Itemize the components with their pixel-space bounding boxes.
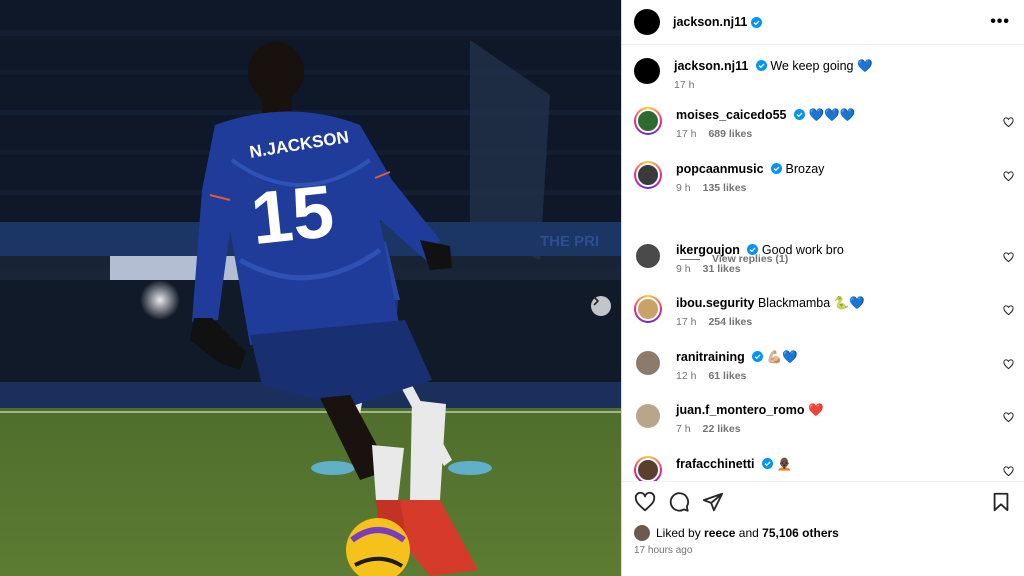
post-header: jackson.nj11 ••• [622, 0, 1024, 45]
post-footer: Liked by reece and 75,106 others 17 hour… [622, 481, 1024, 576]
commenter-avatar[interactable] [634, 242, 662, 270]
comment-time: 17 h [676, 128, 697, 140]
comment-likes[interactable]: 61 likes [708, 370, 746, 382]
verified-badge-icon [752, 351, 764, 362]
next-image-button[interactable] [591, 296, 611, 316]
comment-item: popcaanmusic Brozay 9 h 135 likes [634, 161, 1024, 194]
liked-by-and: and [738, 526, 759, 540]
comment-item: ranitraining 💪🏼💙 12 h 61 likes [634, 349, 1024, 382]
heart-icon[interactable] [1003, 117, 1014, 128]
heart-icon[interactable] [1003, 252, 1014, 263]
comments-list: jackson.nj11 We keep going 💙 17 h moises… [622, 45, 1024, 481]
shirt-number: 15 [247, 169, 338, 260]
verified-badge-icon [761, 458, 773, 469]
led-board [110, 256, 255, 280]
verified-badge-icon [771, 163, 783, 174]
post-photo[interactable]: THE PRI N.JACKSON 15 [0, 0, 621, 576]
comment-item: moises_caicedo55 💙💙💙 17 h 689 likes [634, 107, 1024, 140]
heart-icon[interactable] [1003, 171, 1014, 182]
comment-text: Brozay [785, 162, 825, 176]
bookmark-icon[interactable] [990, 491, 1012, 513]
comment-likes[interactable]: 689 likes [708, 128, 752, 140]
comment-text: ❤️ [807, 403, 824, 417]
comment-likes[interactable]: 254 likes [708, 316, 752, 328]
liked-by-others[interactable]: 75,106 others [762, 526, 839, 540]
comment-item: juan.f_montero_romo ❤️ 7 h 22 likes [634, 402, 1024, 435]
commenter-avatar[interactable] [634, 161, 662, 189]
comment-username[interactable]: ibou.segurity [676, 296, 754, 310]
comment-likes[interactable]: 31 likes [703, 263, 741, 275]
comment-time: 7 h [676, 423, 691, 435]
comment-text: 💙💙💙 [808, 108, 856, 122]
post-timestamp[interactable]: 17 hours ago [634, 545, 1012, 556]
action-bar [634, 482, 1012, 522]
comment-username[interactable]: ikergoujon [676, 243, 740, 257]
commenter-avatar[interactable] [634, 456, 662, 481]
comment-text: 🧑🏿‍🦲 [776, 457, 793, 471]
heart-icon[interactable] [1003, 305, 1014, 316]
comment-text: Blackmamba 🐍💙 [757, 296, 865, 310]
author-avatar[interactable] [634, 9, 660, 35]
share-icon[interactable] [702, 491, 724, 513]
commenter-avatar[interactable] [634, 107, 662, 135]
chevron-right-icon [593, 296, 599, 306]
comment-time: 12 h [676, 370, 697, 382]
caption-username[interactable]: jackson.nj11 [674, 59, 748, 73]
comment-item: ikergoujon Good work bro 9 h 31 likes [634, 242, 1024, 275]
stand-text: THE PRI [540, 233, 599, 250]
verified-badge-icon [751, 16, 763, 28]
comment-username[interactable]: juan.f_montero_romo [676, 403, 805, 417]
photo-illustration: THE PRI N.JACKSON 15 [0, 0, 621, 576]
caption-avatar[interactable] [634, 58, 660, 84]
pitch [0, 408, 621, 576]
comment-time: 17 h [676, 316, 697, 328]
comment-likes[interactable]: 135 likes [703, 182, 747, 194]
author-username[interactable]: jackson.nj11 [673, 15, 747, 29]
caption-text: We keep going 💙 [770, 59, 873, 73]
comment-likes[interactable]: 22 likes [703, 423, 741, 435]
comment-username[interactable]: popcaanmusic [676, 162, 764, 176]
commenter-avatar[interactable] [634, 349, 662, 377]
comment-time: 9 h [676, 263, 691, 275]
comment-text: Good work bro [761, 243, 844, 257]
heart-icon[interactable] [1003, 359, 1014, 370]
liked-by-user[interactable]: reece [704, 526, 735, 540]
instagram-post-view: THE PRI N.JACKSON 15 jackson.nj11 ••• ja… [0, 0, 1024, 576]
heart-icon[interactable] [1003, 412, 1014, 423]
caption-time: 17 h [674, 79, 695, 91]
comment-username[interactable]: ranitraining [676, 350, 745, 364]
verified-badge-icon [755, 60, 767, 71]
post-caption: jackson.nj11 We keep going 💙 17 h [634, 45, 1024, 105]
commenter-avatar[interactable] [634, 402, 662, 430]
more-options-icon[interactable]: ••• [990, 14, 1010, 30]
comment-item: frafacchinetti 🧑🏿‍🦲 [634, 456, 1024, 481]
liked-by-prefix: Liked by [656, 526, 701, 540]
verified-badge-icon [793, 109, 805, 120]
heart-icon[interactable] [1003, 466, 1014, 477]
heart-icon[interactable] [634, 491, 656, 513]
comment-icon[interactable] [668, 491, 690, 513]
comment-item: ibou.segurity Blackmamba 🐍💙 17 h 254 like… [634, 295, 1024, 328]
comment-text: 💪🏼💙 [766, 350, 798, 364]
verified-badge-icon [747, 244, 759, 255]
light-glow [140, 280, 180, 320]
comment-time: 9 h [676, 182, 691, 194]
comment-username[interactable]: frafacchinetti [676, 457, 755, 471]
post-side-panel: jackson.nj11 ••• jackson.nj11 We keep go… [621, 0, 1024, 576]
comment-username[interactable]: moises_caicedo55 [676, 108, 787, 122]
liker-avatar[interactable] [634, 525, 650, 541]
likes-summary: Liked by reece and 75,106 others [634, 525, 1012, 541]
commenter-avatar[interactable] [634, 295, 662, 323]
